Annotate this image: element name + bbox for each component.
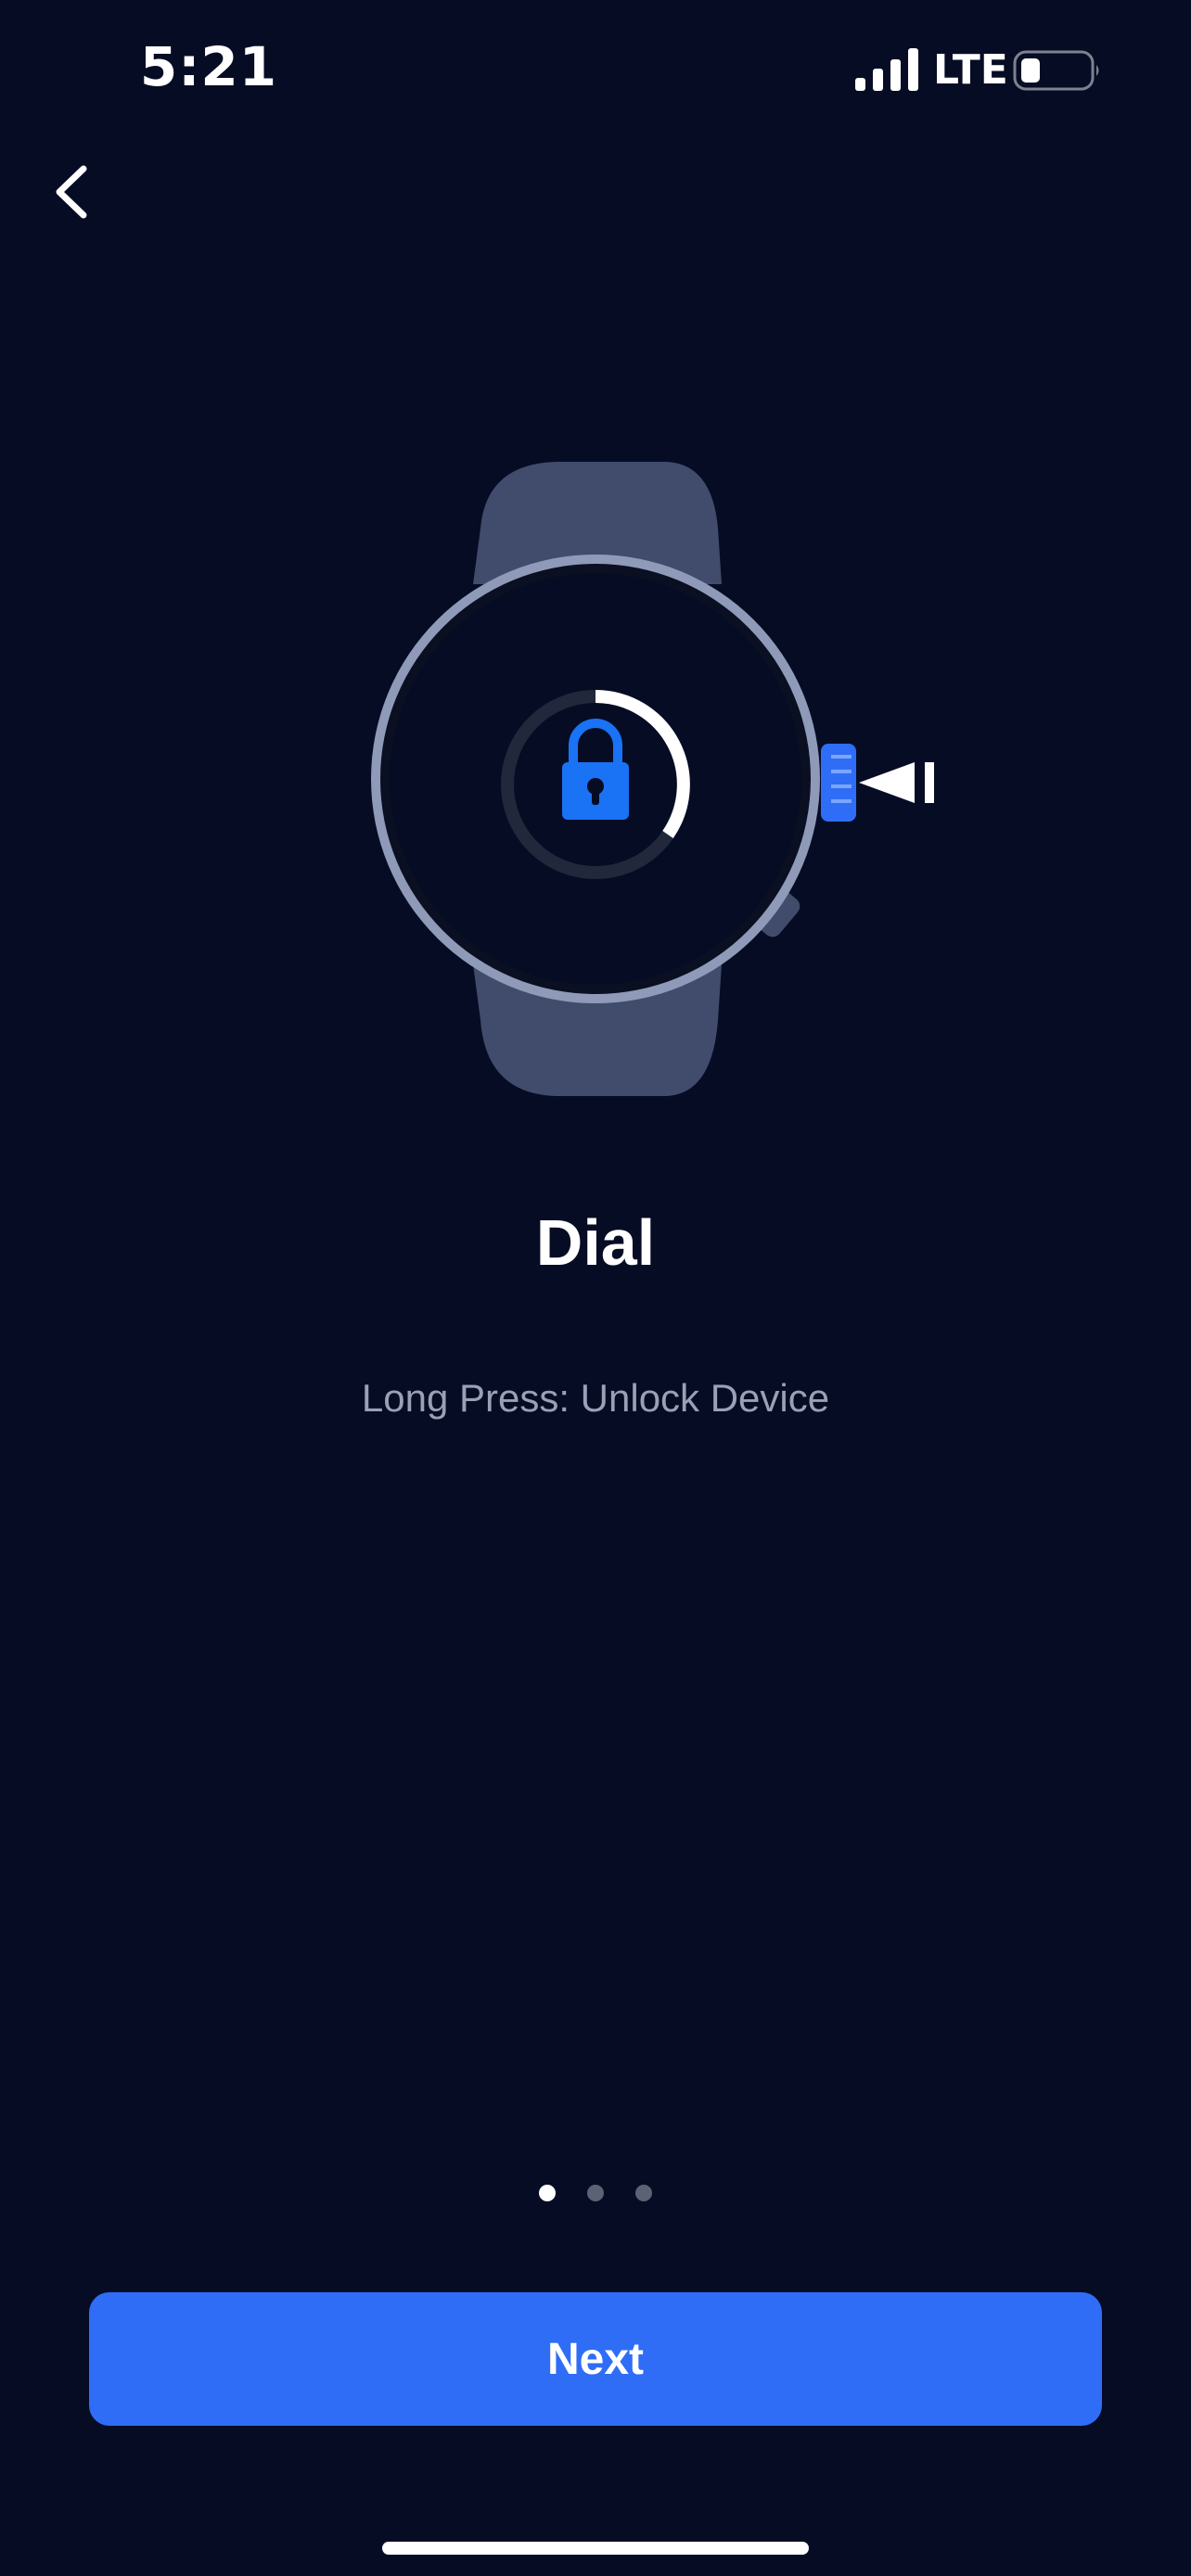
home-indicator[interactable] — [382, 2542, 809, 2555]
pagination-dot-2[interactable] — [587, 2185, 604, 2201]
signal-icon — [855, 48, 918, 91]
pagination-dots — [0, 2185, 1191, 2201]
network-type-label: LTE — [933, 46, 1008, 94]
next-button[interactable]: Next — [89, 2292, 1102, 2426]
arrow-left-icon — [859, 762, 915, 803]
smartwatch-illustration — [371, 462, 934, 1096]
battery-icon — [1013, 50, 1099, 91]
pagination-dot-3[interactable] — [635, 2185, 652, 2201]
chevron-left-icon — [56, 165, 87, 219]
status-time: 5:21 — [139, 35, 278, 98]
pagination-dot-1[interactable] — [539, 2185, 556, 2201]
onboarding-screen: 5:21 LTE Dial Long Press: Unlock Device … — [0, 0, 1191, 2576]
page-subtitle: Long Press: Unlock Device — [361, 1376, 830, 1420]
page-title: Dial — [535, 1206, 656, 1279]
back-button[interactable] — [37, 148, 111, 232]
